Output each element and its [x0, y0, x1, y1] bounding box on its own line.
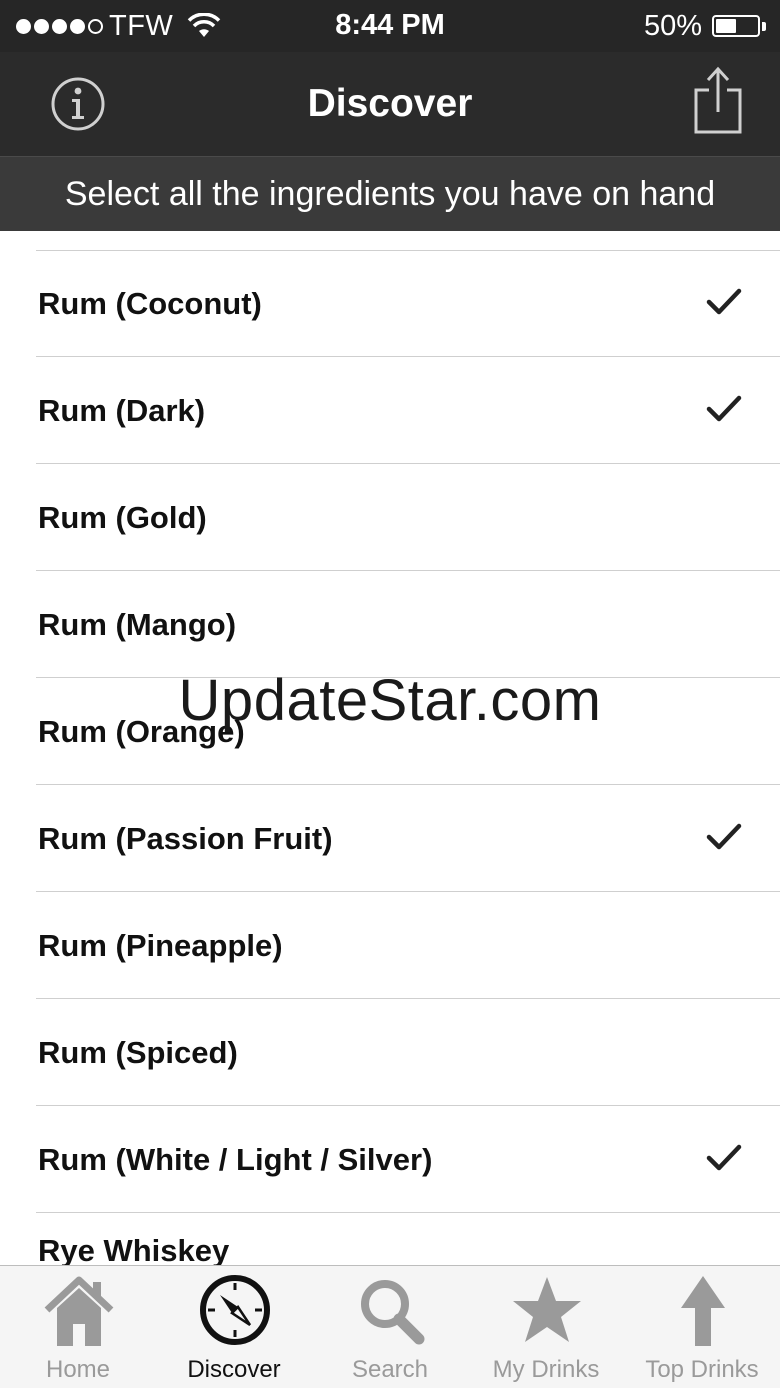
compass-icon	[200, 1275, 270, 1345]
battery-percent: 50%	[643, 9, 702, 42]
tab-my-drinks[interactable]: My Drinks	[468, 1266, 624, 1388]
home-icon	[44, 1276, 114, 1346]
tab-home[interactable]: Home	[0, 1266, 156, 1388]
tab-discover[interactable]: Discover	[156, 1266, 312, 1388]
search-icon	[361, 1280, 425, 1345]
navigation-bar: Discover	[0, 52, 780, 156]
tab-label: Discover	[187, 1356, 281, 1383]
ingredient-label: Rum (White / Light / Silver)	[38, 1142, 433, 1177]
checkmark-icon	[706, 288, 742, 315]
ingredient-label: Rye Whiskey	[38, 1233, 230, 1265]
list-item[interactable]: Rum (Gold)	[0, 464, 780, 571]
list-item[interactable]: Rum (Spiced)	[0, 999, 780, 1106]
ingredient-label: Rum (Spiced)	[38, 1035, 238, 1070]
star-icon	[513, 1277, 581, 1342]
checkmark-icon	[706, 823, 742, 850]
ingredient-label: Rum (Mango)	[38, 607, 237, 642]
tab-label: Top Drinks	[645, 1356, 759, 1383]
ingredient-label: Rum (Orange)	[38, 714, 245, 749]
tab-label: Search	[351, 1356, 429, 1383]
ingredient-label: Rum (Passion Fruit)	[38, 821, 333, 856]
list-item[interactable]: Rum (Dark)	[0, 357, 780, 464]
share-icon[interactable]	[690, 66, 746, 136]
tab-search[interactable]: Search	[312, 1266, 468, 1388]
tab-bar: Home Discover Search My Drinks Top Drink…	[0, 1265, 780, 1388]
arrow-up-icon	[681, 1276, 725, 1346]
list-item[interactable]: Rum (Mango)	[0, 571, 780, 678]
ingredient-label: Rum (Pineapple)	[38, 928, 283, 963]
battery-icon	[712, 15, 760, 37]
list-item[interactable]: Rum (White / Light / Silver)	[0, 1106, 780, 1213]
ingredient-list[interactable]: Rum (Coconut) Rum (Dark) Rum (Gold) Rum (Ma…	[0, 231, 780, 1265]
tab-label: Home	[45, 1356, 111, 1383]
ingredient-label: Rum (Gold)	[38, 500, 207, 535]
checkmark-icon	[706, 395, 742, 422]
list-item[interactable]: Rum (Pineapple)	[0, 892, 780, 999]
tab-top-drinks[interactable]: Top Drinks	[624, 1266, 780, 1388]
list-item[interactable]: Rum (Passion Fruit)	[0, 785, 780, 892]
tab-label: My Drinks	[492, 1356, 600, 1383]
status-bar: TFW 8:44 PM 50%	[0, 0, 780, 52]
list-item[interactable]: Rum (Orange)	[0, 678, 780, 785]
instruction-banner: Select all the ingredients you have on h…	[0, 156, 780, 232]
list-item[interactable]: Rum (Coconut)	[0, 250, 780, 357]
checkmark-icon	[706, 1144, 742, 1171]
page-title: Discover	[307, 82, 473, 125]
ingredient-label: Rum (Dark)	[38, 393, 206, 428]
ingredient-label: Rum (Coconut)	[38, 286, 262, 321]
list-item[interactable]: Rye Whiskey	[0, 1213, 780, 1265]
